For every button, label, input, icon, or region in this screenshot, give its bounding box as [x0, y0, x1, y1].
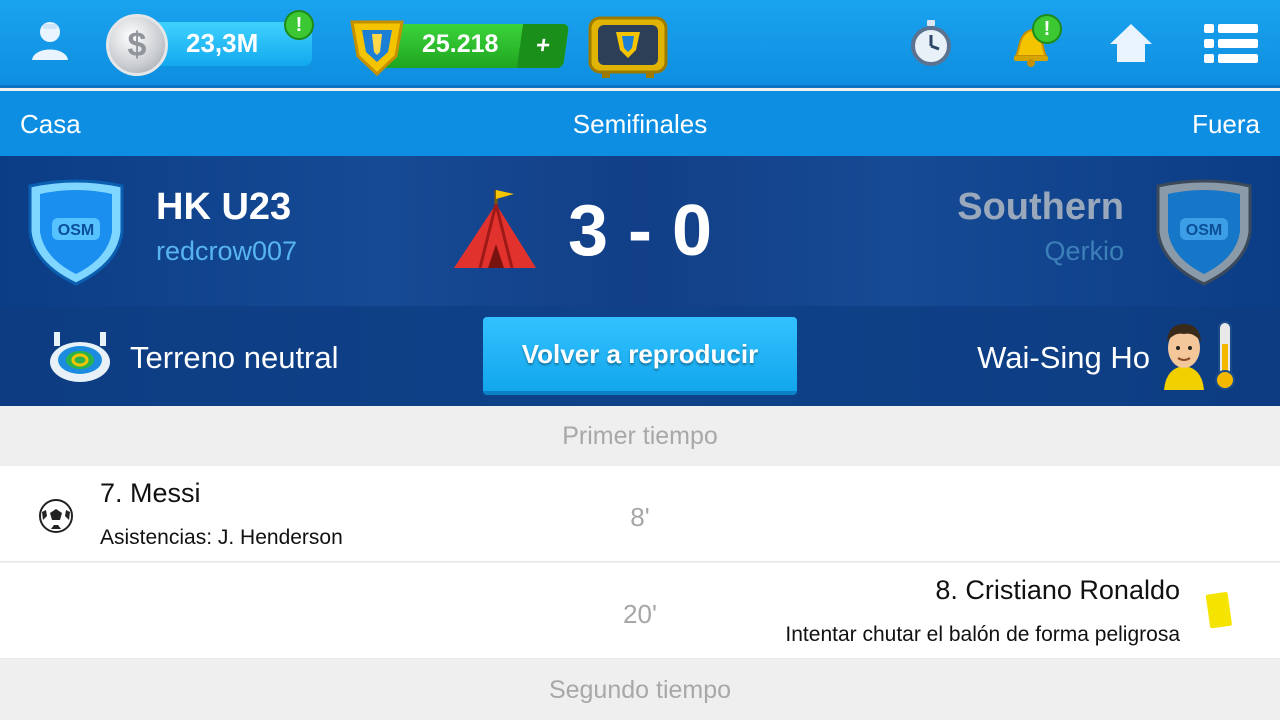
event-minute: 8' — [630, 502, 650, 532]
gems-value: 25.218 — [422, 30, 499, 58]
venue-label: Terreno neutral — [130, 340, 339, 375]
home-team-shield-icon[interactable]: OSM — [24, 178, 128, 286]
event-detail: Intentar chutar el balón de forma peligr… — [785, 623, 1180, 646]
away-team-shield-icon[interactable]: OSM — [1152, 178, 1256, 286]
gem-badge-icon — [350, 20, 404, 77]
yellow-card-icon — [1205, 592, 1232, 629]
add-gems-button[interactable]: + — [516, 24, 570, 68]
event-row[interactable]: 7. Messi Asistencias: J. Henderson 8' — [0, 466, 1280, 562]
event-row[interactable]: 20' 8. Cristiano Ronaldo Intentar chutar… — [0, 563, 1280, 659]
stage-label: Semifinales — [572, 109, 708, 139]
match-score: 3 - 0 — [567, 191, 713, 271]
event-player: 7. Messi — [100, 478, 201, 508]
coin-icon: $ — [106, 14, 168, 76]
event-player: 8. Cristiano Ronaldo — [935, 575, 1180, 605]
first-half-header: Primer tiempo — [0, 406, 1280, 466]
home-icon[interactable] — [1106, 18, 1156, 68]
profile-icon[interactable] — [28, 18, 72, 62]
event-detail: Asistencias: J. Henderson — [100, 526, 343, 549]
second-half-header: Segundo tiempo — [0, 660, 1280, 720]
event-minute: 20' — [623, 599, 657, 629]
tv-icon[interactable] — [588, 14, 668, 80]
coins-alert-badge: ! — [284, 10, 314, 40]
replay-button[interactable]: Volver a reproducir — [483, 317, 797, 395]
coins-value: 23,3M — [186, 28, 259, 58]
home-shield-text: OSM — [58, 222, 94, 239]
home-team-name[interactable]: HK U23 — [156, 186, 291, 229]
soccer-ball-icon — [39, 499, 73, 533]
away-manager-name[interactable]: Qerkio — [1044, 236, 1124, 267]
tent-icon — [454, 190, 536, 269]
away-shield-text: OSM — [1186, 222, 1222, 239]
stopwatch-icon[interactable] — [906, 18, 956, 68]
away-team-name[interactable]: Southern — [957, 186, 1124, 229]
match-header-row: Casa Semifinales Fuera — [0, 91, 1280, 156]
menu-icon[interactable] — [1204, 18, 1258, 68]
thermometer-icon — [1215, 321, 1235, 390]
referee-name[interactable]: Wai-Sing Ho — [977, 340, 1150, 376]
bell-alert-badge: ! — [1032, 14, 1062, 44]
referee-avatar-icon[interactable] — [1158, 318, 1210, 390]
away-label: Fuera — [1192, 109, 1260, 139]
home-manager-name[interactable]: redcrow007 — [156, 236, 297, 267]
stadium-icon — [50, 332, 110, 382]
